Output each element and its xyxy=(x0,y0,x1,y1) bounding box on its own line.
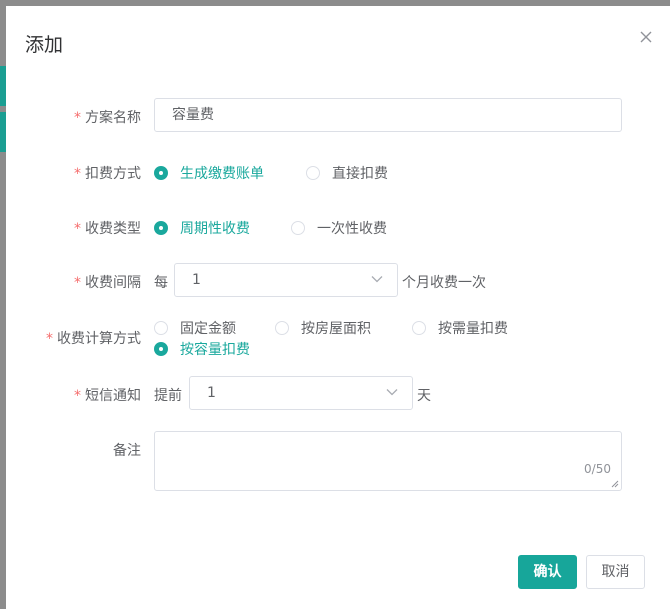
sms-notice-select[interactable]: 1 xyxy=(189,376,413,410)
cancel-button[interactable]: 取消 xyxy=(586,555,645,589)
required-mark: * xyxy=(74,110,81,126)
confirm-button[interactable]: 确认 xyxy=(518,555,577,589)
radio-by-capacity[interactable]: 按容量扣费 xyxy=(154,339,250,359)
interval-prefix: 每 xyxy=(154,275,168,291)
radio-dot xyxy=(154,321,168,335)
deduct-method-label: * 扣费方式 xyxy=(74,166,141,182)
required-mark: * xyxy=(74,388,81,404)
radio-dot xyxy=(306,166,320,180)
radio-generate-bill[interactable]: 生成缴费账单 xyxy=(154,163,264,183)
dialog-title: 添加 xyxy=(25,34,64,56)
radio-dot xyxy=(154,221,168,235)
charge-type-label: * 收费类型 xyxy=(74,221,141,237)
remark-label: 备注 xyxy=(113,443,141,459)
add-dialog: 添加 *方案名称 容量费 *扣费方式 生成缴费账单 直接扣费 *收费类型 xyxy=(6,6,670,609)
scheme-name-label: * 方案名称 xyxy=(74,110,141,126)
remark-textarea[interactable]: 0/50 xyxy=(154,431,622,491)
radio-by-house-area[interactable]: 按房屋面积 xyxy=(275,318,371,338)
chevron-down-icon xyxy=(371,276,383,283)
charge-interval-label: * 收费间隔 xyxy=(74,275,141,291)
charge-type-row: * 收费类型 周期性收费 一次性收费 xyxy=(6,218,670,238)
remark-char-counter: 0/50 xyxy=(584,462,611,476)
required-mark: * xyxy=(74,275,81,291)
radio-one-time-charge[interactable]: 一次性收费 xyxy=(291,218,387,238)
deduct-method-row: * 扣费方式 生成缴费账单 直接扣费 xyxy=(6,163,670,183)
required-mark: * xyxy=(74,166,81,182)
radio-dot xyxy=(275,321,289,335)
radio-periodic-charge[interactable]: 周期性收费 xyxy=(154,218,250,238)
required-mark: * xyxy=(46,331,53,347)
sms-prefix: 提前 xyxy=(154,388,182,404)
calc-method-row: * 收费计算方式 固定金额 按房屋面积 按需量扣费 按容量扣费 xyxy=(6,318,670,362)
charge-interval-row: * 收费间隔 每 1 个月收费一次 xyxy=(6,263,670,297)
radio-dot xyxy=(154,166,168,180)
resize-handle-icon[interactable] xyxy=(611,480,619,488)
sms-suffix: 天 xyxy=(417,388,431,404)
charge-interval-select[interactable]: 1 xyxy=(174,263,398,297)
scheme-name-row: * 方案名称 容量费 xyxy=(6,98,670,132)
radio-dot xyxy=(154,342,168,356)
chevron-down-icon xyxy=(386,389,398,396)
calc-method-label: * 收费计算方式 xyxy=(46,331,141,347)
radio-fixed-amount[interactable]: 固定金额 xyxy=(154,318,236,338)
close-icon[interactable] xyxy=(638,29,654,45)
radio-dot xyxy=(412,321,426,335)
sms-notice-label: * 短信通知 xyxy=(74,388,141,404)
interval-suffix: 个月收费一次 xyxy=(402,275,486,291)
scheme-name-input[interactable]: 容量费 xyxy=(154,98,622,132)
radio-direct-deduct[interactable]: 直接扣费 xyxy=(306,163,388,183)
radio-by-demand[interactable]: 按需量扣费 xyxy=(412,318,508,338)
sms-notice-row: * 短信通知 提前 1 天 xyxy=(6,376,670,410)
radio-dot xyxy=(291,221,305,235)
required-mark: * xyxy=(74,221,81,237)
